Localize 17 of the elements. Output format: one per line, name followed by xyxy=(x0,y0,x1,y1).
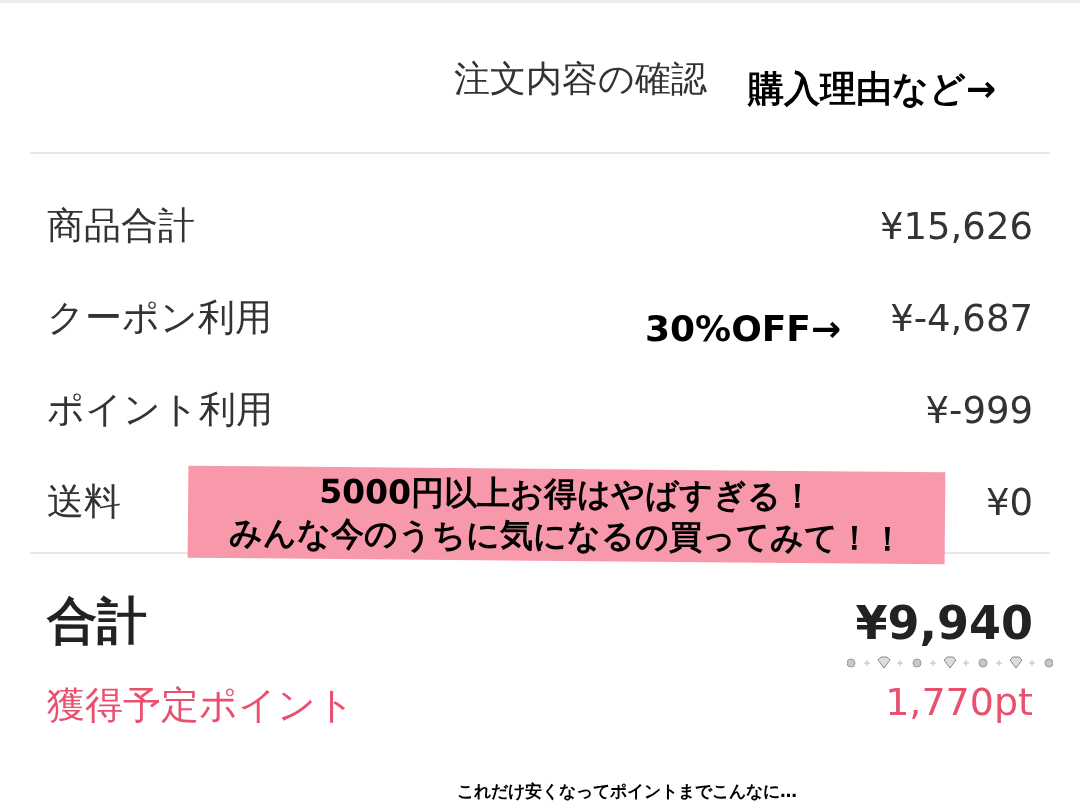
row-label: 送料 xyxy=(47,479,121,525)
banner: 5000円以上お得はやばすぎる！ みんな今のうちに気になるの買ってみて！！ xyxy=(187,465,946,565)
row-amount: ¥0 xyxy=(985,480,1033,524)
points-amount: 1,770pt xyxy=(885,680,1033,726)
points-label: 獲得予定ポイント xyxy=(47,682,355,729)
caption-text: 購入理由など→ xyxy=(748,67,997,111)
row-label: クーポン利用 xyxy=(47,295,272,341)
row-amount: ¥-999 xyxy=(925,388,1033,432)
row-amount: ¥15,626 xyxy=(880,204,1033,248)
page-title: 注文内容の確認 xyxy=(453,57,707,101)
total-amount: ¥9,940 xyxy=(855,596,1033,650)
caption-text: これだけ安くなってポイントまでこんなに… xyxy=(457,780,797,803)
row-amount: ¥-4,687 xyxy=(890,296,1033,340)
row-label: 商品合計 xyxy=(47,203,195,249)
total-label: 合計 xyxy=(47,591,147,652)
row-label: ポイント利用 xyxy=(47,387,273,433)
caption-text: 30%OFF→ xyxy=(645,308,842,349)
